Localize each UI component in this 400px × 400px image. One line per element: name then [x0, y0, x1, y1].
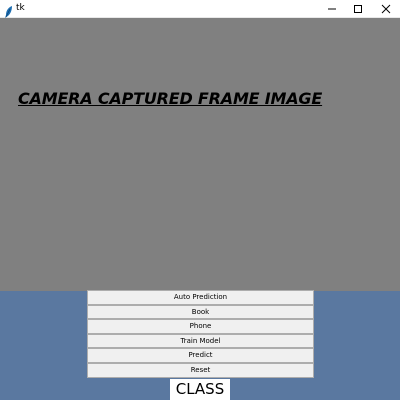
close-button[interactable] — [372, 0, 400, 18]
auto-prediction-button[interactable]: Auto Prediction — [87, 290, 314, 305]
maximize-button[interactable] — [344, 0, 372, 18]
class-label: CLASS — [170, 379, 230, 400]
book-button[interactable]: Book — [87, 304, 314, 320]
phone-button[interactable]: Phone — [87, 319, 314, 334]
button-stack: Auto Prediction Book Phone Train Model P… — [87, 290, 314, 378]
feather-icon — [4, 3, 14, 18]
minimize-button[interactable] — [318, 0, 346, 18]
predict-button[interactable]: Predict — [87, 348, 314, 363]
frame-label: CAMERA CAPTURED FRAME IMAGE — [18, 89, 323, 108]
window-title: tk — [16, 3, 25, 13]
close-icon — [381, 4, 391, 14]
train-model-button[interactable]: Train Model — [87, 333, 314, 349]
maximize-icon — [353, 4, 363, 14]
camera-frame-panel: CAMERA CAPTURED FRAME IMAGE — [0, 18, 400, 291]
reset-button[interactable]: Reset — [87, 362, 314, 378]
title-bar: tk — [0, 0, 400, 18]
app-window: tk CAMERA CAPTURED FRAME IMAGE Auto Pred… — [0, 0, 400, 400]
minimize-icon — [327, 4, 337, 14]
